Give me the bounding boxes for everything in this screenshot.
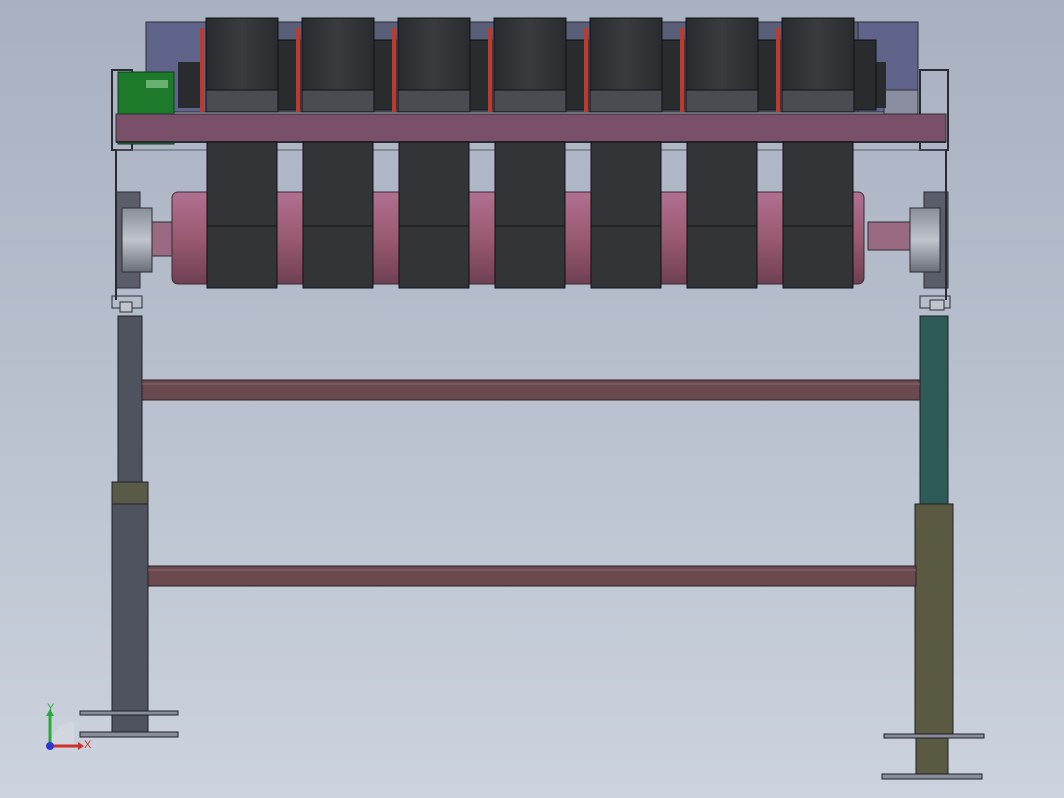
pulley-hub: [853, 39, 877, 111]
lower-pulley-upper: [302, 141, 374, 227]
lower-pulley-row: [206, 141, 854, 289]
lower-pulley-lower: [302, 225, 374, 289]
left-leg: [79, 315, 179, 738]
upper-pulley-base: [589, 89, 663, 113]
lower-pulley-lower: [686, 225, 758, 289]
cad-viewport[interactable]: X Y: [0, 0, 1064, 798]
pulley-flange-red: [200, 28, 204, 112]
pulley-flange-red: [392, 28, 396, 112]
pulley-flange-red: [584, 28, 588, 112]
upper-pulley-base: [397, 89, 471, 113]
lower-pulley-upper: [686, 141, 758, 227]
upper-crossbeam: [141, 379, 921, 401]
lower-pulley-lower: [206, 225, 278, 289]
pulley-flange-red: [776, 28, 780, 112]
triad-x-label: X: [84, 739, 92, 751]
lower-pulley-lower: [590, 225, 662, 289]
coordinate-triad: X Y: [46, 702, 92, 751]
lower-pulley-upper: [782, 141, 854, 227]
top-beam: [115, 113, 947, 143]
lower-pulley-upper: [494, 141, 566, 227]
lower-pulley-upper: [206, 141, 278, 227]
lower-pulley-lower: [398, 225, 470, 289]
pulley-flange-red: [680, 28, 684, 112]
machine-assembly-view: X Y: [46, 17, 985, 780]
triad-y-label: Y: [47, 702, 55, 714]
upper-pulley-base: [685, 89, 759, 113]
pulley-flange-red: [296, 28, 300, 112]
lower-pulley-lower: [782, 225, 854, 289]
lower-pulley-upper: [398, 141, 470, 227]
lower-crossbeam: [147, 565, 917, 587]
lower-pulley-upper: [590, 141, 662, 227]
pulley-flange-red: [488, 28, 492, 112]
triad-z-axis: [46, 742, 54, 750]
upper-pulley-base: [301, 89, 375, 113]
upper-pulley-base: [205, 89, 279, 113]
lower-pulley-lower: [494, 225, 566, 289]
upper-pulley-base: [781, 89, 855, 113]
upper-pulley-base: [493, 89, 567, 113]
